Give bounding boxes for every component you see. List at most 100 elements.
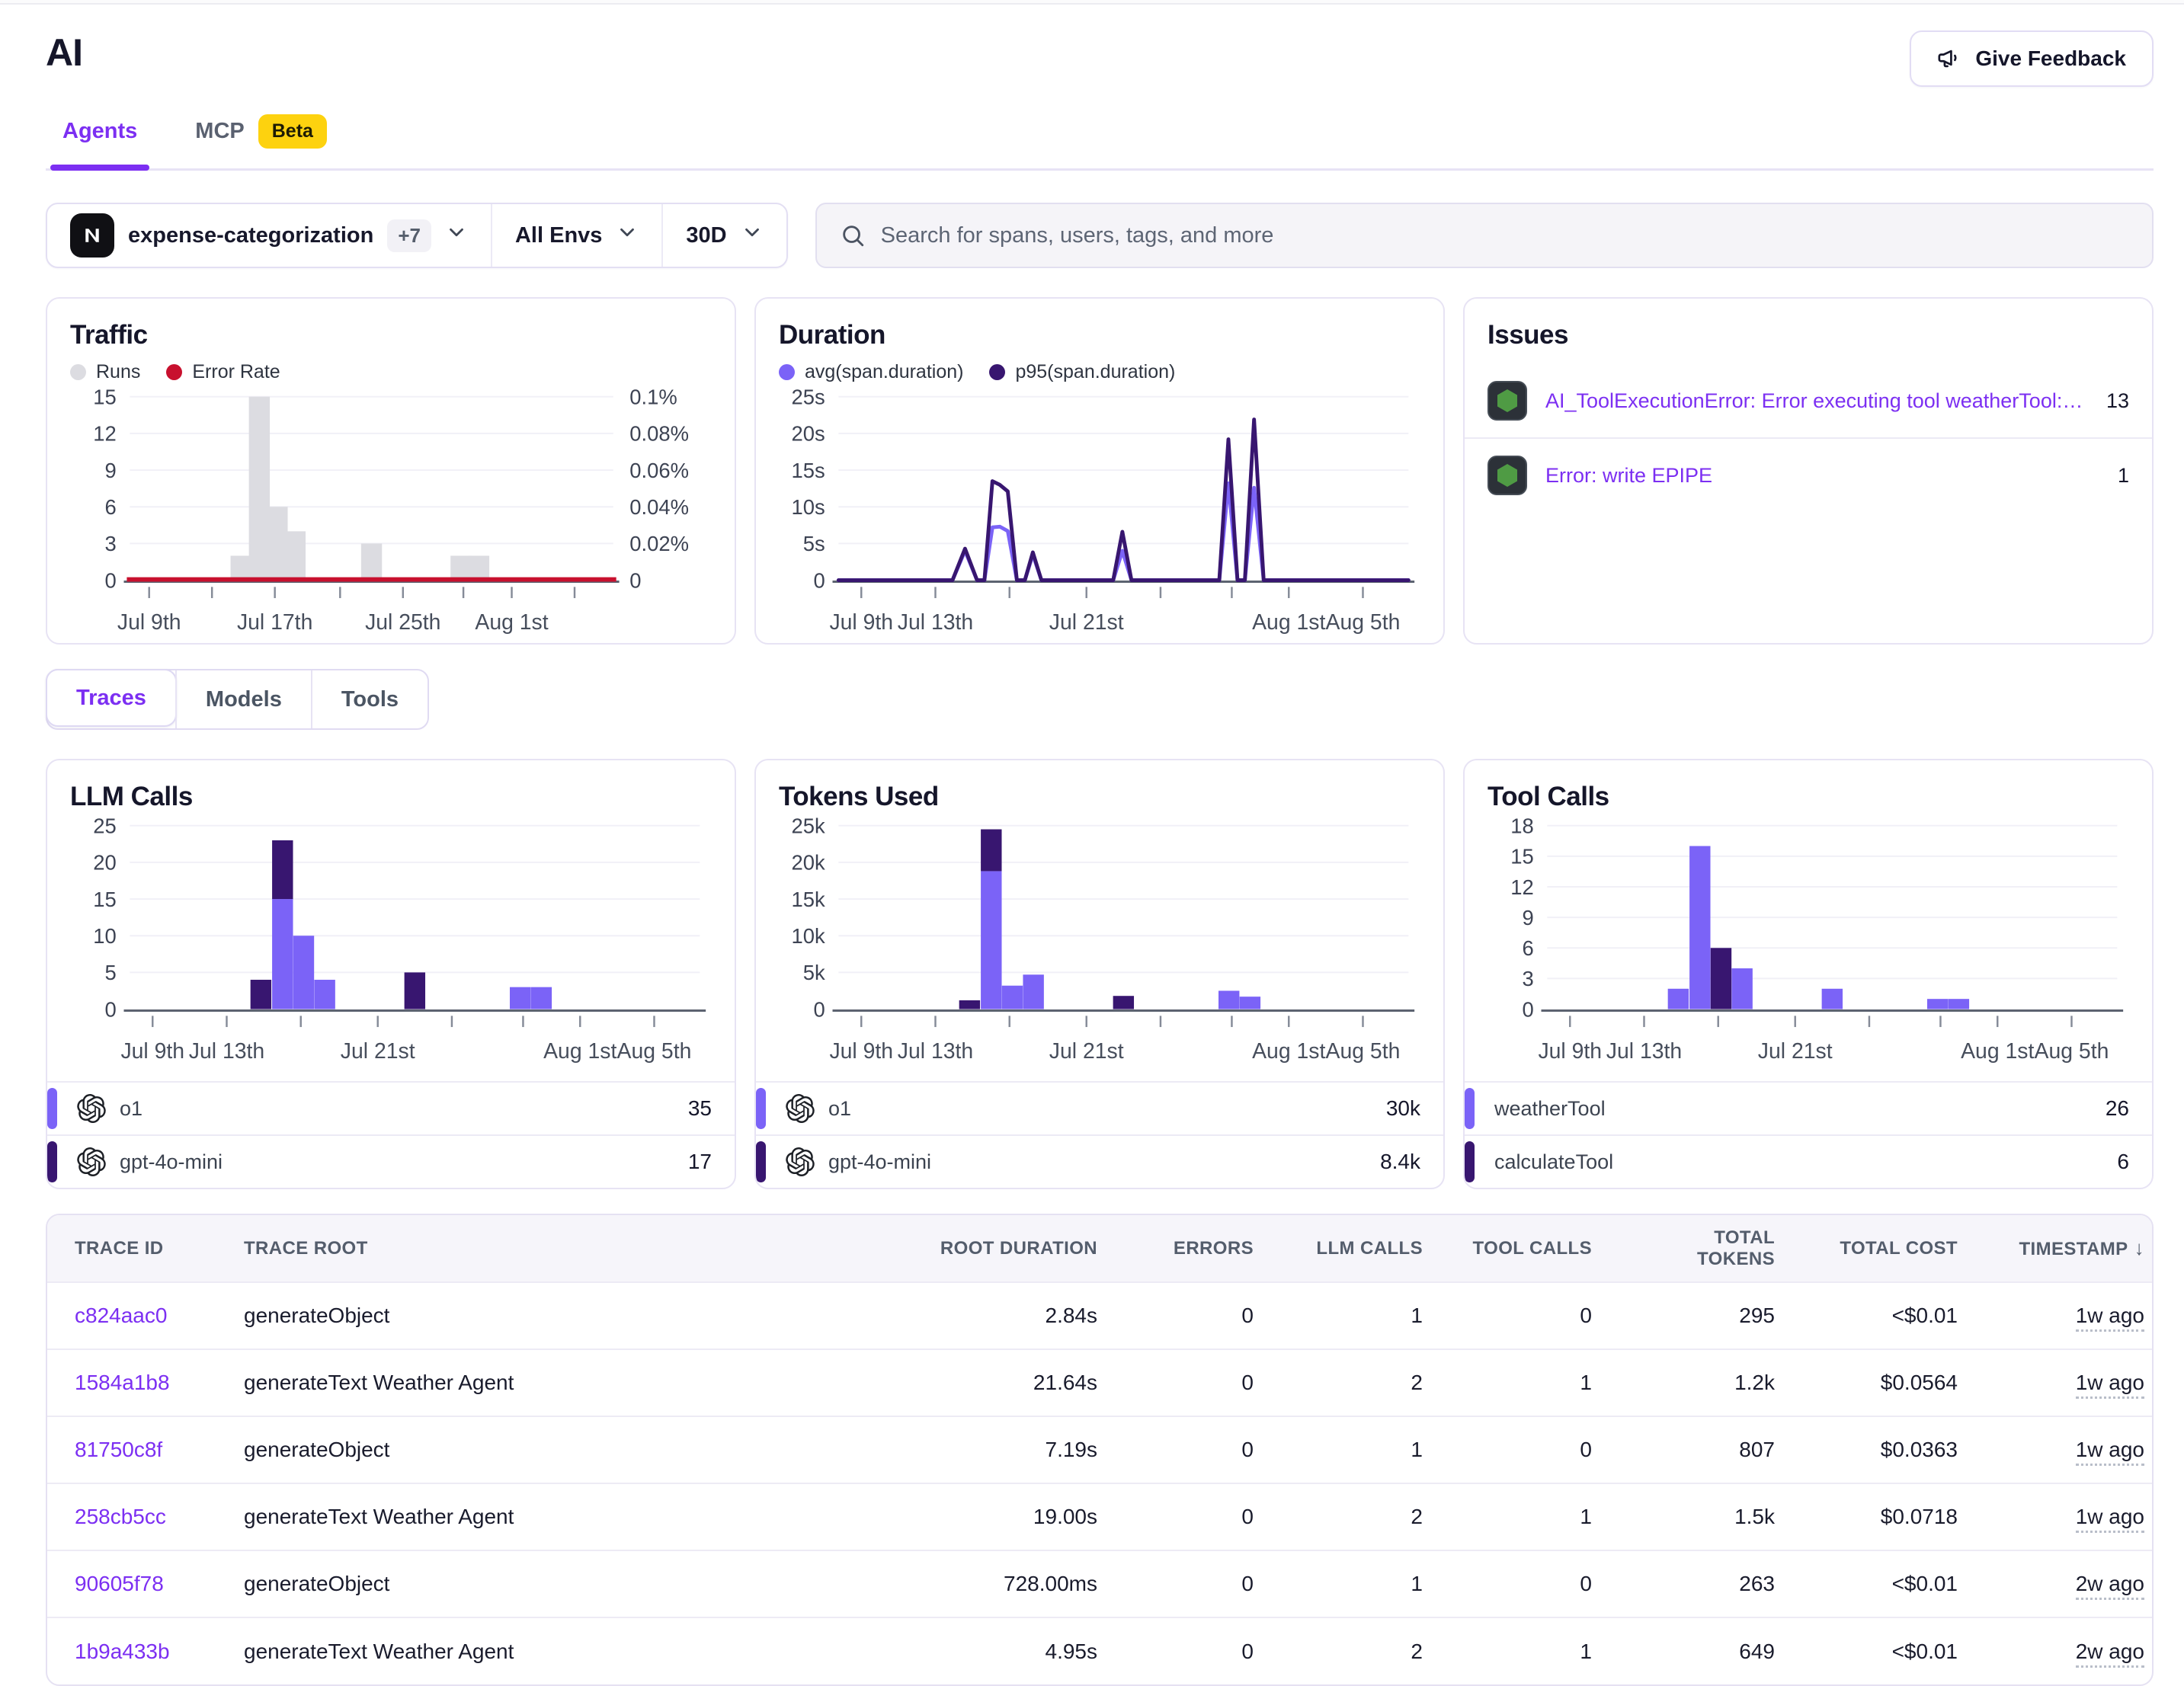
- tool-calls-chart: 0369121518Jul 9thJul 13thJul 21stAug 1st…: [1487, 815, 2129, 1064]
- total-cost-cell: $0.0718: [1796, 1483, 1979, 1550]
- table-row[interactable]: 258cb5cc generateText Weather Agent 19.0…: [47, 1483, 2154, 1550]
- tool-calls-cell: 1: [1444, 1617, 1613, 1684]
- trace-id-link[interactable]: 81750c8f: [75, 1438, 162, 1461]
- total-cost-cell: $0.0564: [1796, 1349, 1979, 1416]
- svg-text:15: 15: [1510, 845, 1533, 869]
- model-row-o1[interactable]: o1 35: [47, 1081, 735, 1134]
- stat-cards: LLM Calls 0510152025Jul 9thJul 13thJul 2…: [46, 759, 2154, 1189]
- tab-models[interactable]: Models: [175, 670, 311, 728]
- table-row[interactable]: c824aac0 generateObject 2.84s 0 1 0 295 …: [47, 1282, 2154, 1349]
- svg-text:Aug 5th: Aug 5th: [1326, 610, 1401, 635]
- timestamp-cell[interactable]: 1w ago: [2076, 1438, 2144, 1466]
- trace-id-link[interactable]: 1584a1b8: [75, 1371, 170, 1394]
- svg-text:Jul 13th: Jul 13th: [1606, 1039, 1682, 1064]
- issues-card: Issues AI_ToolExecutionError: Error exec…: [1463, 297, 2154, 645]
- search-box: [815, 203, 2154, 268]
- project-selector[interactable]: expense-categorization +7: [47, 204, 491, 267]
- total-cost-cell: <$0.01: [1796, 1617, 1979, 1684]
- runs-dot-icon: [70, 364, 86, 380]
- svg-text:Jul 25th: Jul 25th: [365, 610, 440, 635]
- search-icon: [840, 222, 866, 248]
- svg-text:Jul 9th: Jul 9th: [1538, 1039, 1602, 1064]
- issue-count: 13: [2106, 389, 2129, 413]
- openai-icon: [786, 1147, 815, 1176]
- svg-text:5k: 5k: [803, 961, 825, 984]
- svg-text:Jul 17th: Jul 17th: [237, 610, 312, 635]
- table-row[interactable]: 90605f78 generateObject 728.00ms 0 1 0 2…: [47, 1550, 2154, 1617]
- model-value: 17: [688, 1150, 712, 1174]
- issues-card-title: Issues: [1487, 320, 2129, 350]
- chevron-down-icon: [616, 221, 639, 250]
- col-total-cost[interactable]: Total Cost: [1796, 1215, 1979, 1282]
- env-selector[interactable]: All Envs: [491, 204, 661, 267]
- col-errors[interactable]: Errors: [1119, 1215, 1275, 1282]
- trace-id-link[interactable]: c824aac0: [75, 1304, 167, 1327]
- col-tool-calls[interactable]: Tool Calls: [1444, 1215, 1613, 1282]
- llm-calls-cell: 2: [1275, 1617, 1444, 1684]
- tool-row-calculatetool[interactable]: calculateTool 6: [1465, 1134, 2152, 1188]
- svg-text:Aug 5th: Aug 5th: [617, 1039, 692, 1064]
- table-row[interactable]: 81750c8f generateObject 7.19s 0 1 0 807 …: [47, 1416, 2154, 1483]
- svg-text:0: 0: [629, 568, 641, 592]
- sort-desc-icon: ↓: [2134, 1237, 2144, 1259]
- tab-traces[interactable]: Traces: [46, 669, 177, 727]
- ai-dashboard-page: AI Give Feedback Agents MCP Beta: [0, 5, 2184, 1686]
- issue-row[interactable]: Error: write EPIPE 1: [1465, 437, 2152, 512]
- svg-text:15: 15: [93, 386, 116, 408]
- trace-root-cell: generateText Weather Agent: [223, 1617, 867, 1684]
- col-total-tokens[interactable]: Total Tokens: [1613, 1215, 1796, 1282]
- svg-text:0.1%: 0.1%: [629, 386, 677, 408]
- svg-text:Aug 1st: Aug 1st: [475, 610, 548, 635]
- duration-chart: 05s10s15s20s25sJul 9thJul 13thJul 21stAu…: [779, 386, 1420, 635]
- section-tabs: Traces Models Tools: [46, 669, 429, 730]
- model-row-gpt-4o-mini[interactable]: gpt-4o-mini 8.4k: [756, 1134, 1443, 1188]
- avg-dot-icon: [779, 364, 795, 380]
- tab-mcp[interactable]: MCP Beta: [191, 107, 331, 168]
- llm-calls-title: LLM Calls: [70, 782, 712, 812]
- tab-agents[interactable]: Agents: [58, 107, 142, 168]
- duration-card: Duration avg(span.duration) p95(span.dur…: [754, 297, 1445, 645]
- trace-id-link[interactable]: 90605f78: [75, 1572, 164, 1595]
- tool-row-weathertool[interactable]: weatherTool 26: [1465, 1081, 2152, 1134]
- filter-row: expense-categorization +7 All Envs 30D: [46, 203, 2154, 268]
- svg-text:Aug 5th: Aug 5th: [2035, 1039, 2109, 1064]
- timestamp-cell[interactable]: 1w ago: [2076, 1371, 2144, 1399]
- issue-link[interactable]: Error: write EPIPE: [1545, 464, 2099, 488]
- svg-text:25: 25: [93, 815, 116, 837]
- col-llm-calls[interactable]: LLM Calls: [1275, 1215, 1444, 1282]
- search-input[interactable]: [881, 223, 2129, 248]
- total-cost-cell: <$0.01: [1796, 1550, 1979, 1617]
- col-trace-root[interactable]: Trace Root: [223, 1215, 867, 1282]
- model-name: o1: [120, 1097, 688, 1121]
- svg-text:9: 9: [1522, 906, 1533, 929]
- table-row[interactable]: 1b9a433b generateText Weather Agent 4.95…: [47, 1617, 2154, 1684]
- trace-root-cell: generateObject: [223, 1416, 867, 1483]
- issue-row[interactable]: AI_ToolExecutionError: Error executing t…: [1465, 364, 2152, 437]
- openai-icon: [77, 1147, 106, 1176]
- model-name: gpt-4o-mini: [828, 1150, 1380, 1174]
- tool-calls-title: Tool Calls: [1487, 782, 2129, 812]
- trace-id-link[interactable]: 1b9a433b: [75, 1640, 170, 1663]
- timestamp-cell[interactable]: 2w ago: [2076, 1640, 2144, 1668]
- timestamp-cell[interactable]: 1w ago: [2076, 1505, 2144, 1533]
- svg-text:Jul 21st: Jul 21st: [1049, 610, 1124, 635]
- svg-text:Jul 13th: Jul 13th: [898, 1039, 973, 1064]
- col-timestamp-sort[interactable]: Timestamp↓: [1979, 1215, 2154, 1282]
- tab-tools[interactable]: Tools: [311, 670, 428, 728]
- issue-link[interactable]: AI_ToolExecutionError: Error executing t…: [1545, 389, 2088, 413]
- table-row[interactable]: 1584a1b8 generateText Weather Agent 21.6…: [47, 1349, 2154, 1416]
- tool-calls-card: Tool Calls 0369121518Jul 9thJul 13thJul …: [1463, 759, 2154, 1189]
- errors-cell: 0: [1119, 1349, 1275, 1416]
- tokens-used-chart: 05k10k15k20k25kJul 9thJul 13thJul 21stAu…: [779, 815, 1420, 1064]
- timestamp-cell[interactable]: 2w ago: [2076, 1572, 2144, 1600]
- svg-text:15k: 15k: [792, 888, 825, 911]
- trace-id-link[interactable]: 258cb5cc: [75, 1505, 166, 1528]
- give-feedback-button[interactable]: Give Feedback: [1910, 30, 2154, 87]
- timestamp-cell[interactable]: 1w ago: [2076, 1304, 2144, 1332]
- col-trace-id[interactable]: Trace ID: [47, 1215, 223, 1282]
- col-root-duration[interactable]: Root Duration: [867, 1215, 1119, 1282]
- date-range-selector[interactable]: 30D: [661, 204, 786, 267]
- root-duration-cell: 4.95s: [867, 1617, 1119, 1684]
- model-row-o1[interactable]: o1 30k: [756, 1081, 1443, 1134]
- model-row-gpt-4o-mini[interactable]: gpt-4o-mini 17: [47, 1134, 735, 1188]
